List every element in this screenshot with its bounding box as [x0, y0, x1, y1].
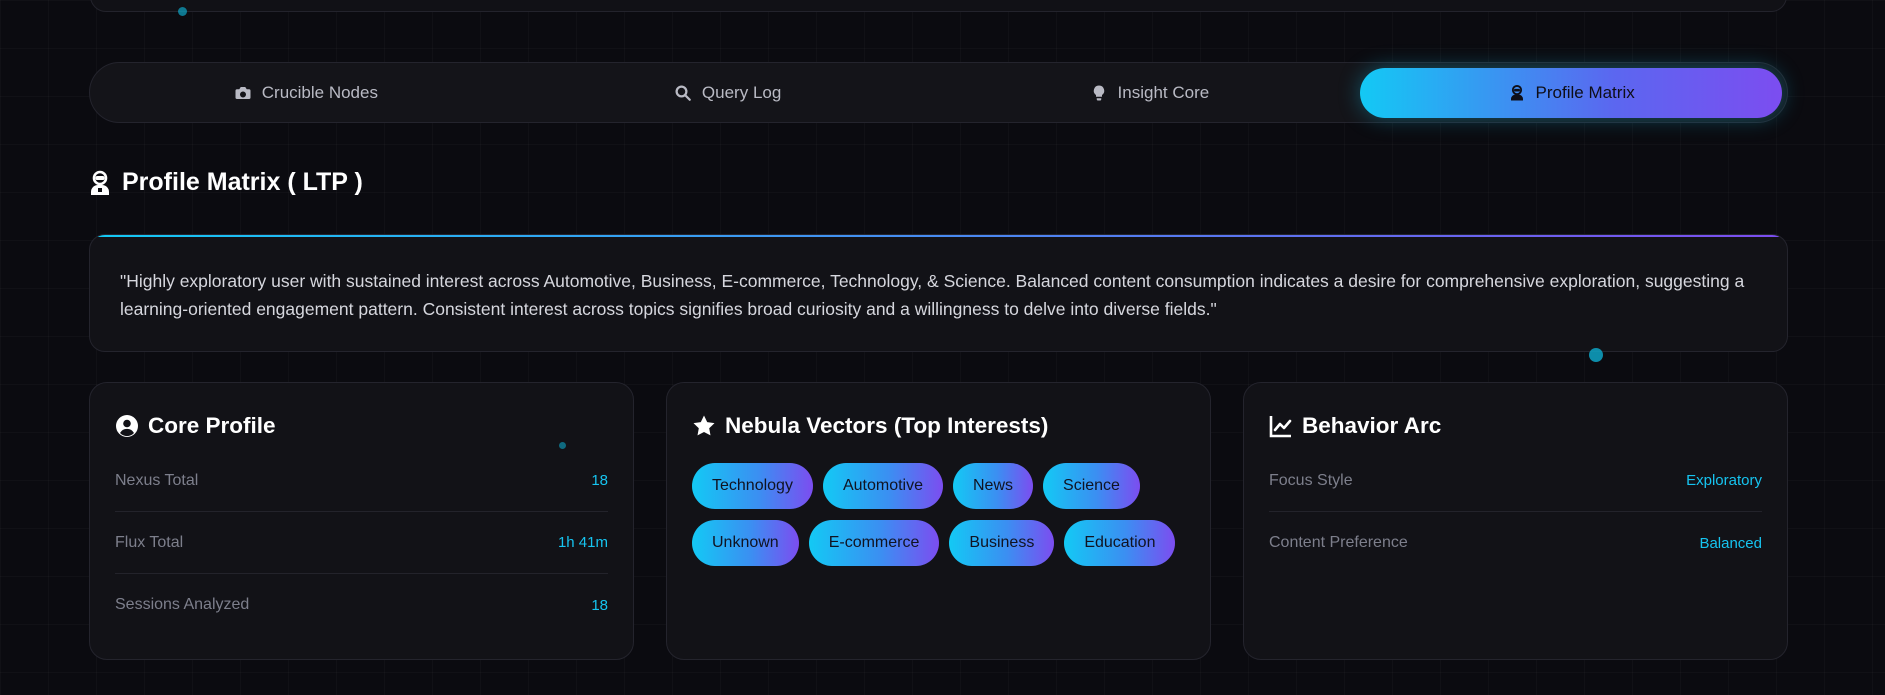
user-circle-icon	[116, 415, 138, 437]
decorative-dot	[559, 442, 566, 449]
stat-label: Nexus Total	[115, 471, 199, 489]
stat-row-sessions-analyzed: Sessions Analyzed 18	[115, 574, 608, 636]
camera-icon	[235, 86, 251, 99]
user-astronaut-icon	[1510, 84, 1523, 100]
stat-value: 1h 41m	[557, 534, 608, 551]
stat-value: Exploratory	[1686, 472, 1762, 489]
stat-row-nexus-total: Nexus Total 18	[115, 450, 608, 512]
lightbulb-icon	[1093, 85, 1104, 100]
tab-bar: Crucible Nodes Query Log Insight Core Pr…	[89, 62, 1788, 123]
stat-label: Focus Style	[1269, 471, 1353, 489]
behavior-arc-title: Behavior Arc	[1269, 413, 1441, 439]
star-icon	[693, 415, 715, 436]
core-profile-title: Core Profile	[115, 413, 276, 439]
user-astronaut-icon	[91, 170, 109, 195]
decorative-dot	[1589, 348, 1603, 362]
stat-label: Sessions Analyzed	[115, 596, 250, 613]
card-title-text: Nebula Vectors (Top Interests)	[725, 413, 1049, 438]
stat-row-flux-total: Flux Total 1h 41m	[115, 512, 608, 574]
search-icon	[675, 85, 691, 101]
line-chart-icon	[1269, 416, 1292, 438]
interest-tag-automotive[interactable]: Automotive	[822, 463, 943, 509]
card-title-text: Behavior Arc	[1302, 413, 1442, 438]
stat-label: Content Preference	[1269, 534, 1408, 551]
tab-crucible-nodes[interactable]: Crucible Nodes	[95, 68, 517, 118]
nebula-vectors-card: Nebula Vectors (Top Interests) Technolog…	[666, 382, 1211, 660]
stat-label: Flux Total	[115, 533, 184, 551]
profile-summary-card: "Highly exploratory user with sustained …	[89, 234, 1788, 352]
stat-value: 18	[591, 472, 608, 489]
interest-tag-news[interactable]: News	[953, 463, 1034, 509]
tab-label: Insight Core	[1117, 82, 1210, 102]
tab-label: Profile Matrix	[1535, 82, 1635, 102]
stat-value: Balanced	[1699, 534, 1762, 552]
behavior-arc-card: Behavior Arc Focus Style Exploratory Con…	[1243, 382, 1788, 660]
page-title-text: Profile Matrix ( LTP )	[122, 168, 363, 196]
tab-label: Query Log	[701, 82, 782, 102]
stat-row-focus-style: Focus Style Exploratory	[1269, 450, 1762, 512]
interest-tag-education[interactable]: Education	[1064, 520, 1176, 566]
top-panel	[90, 0, 1787, 12]
nebula-vectors-title: Nebula Vectors (Top Interests)	[692, 413, 1048, 439]
stat-value: 18	[591, 596, 608, 614]
tab-query-log[interactable]: Query Log	[517, 68, 939, 118]
tab-profile-matrix[interactable]: Profile Matrix	[1360, 67, 1782, 118]
core-profile-card: Core Profile Nexus Total 18 Flux Total 1…	[89, 382, 634, 660]
interest-tags: Technology Automotive News Science Unkno…	[692, 463, 1185, 566]
interest-tag-ecommerce[interactable]: E-commerce	[808, 520, 940, 566]
tab-label: Crucible Nodes	[261, 82, 378, 102]
tab-insight-core[interactable]: Insight Core	[939, 68, 1361, 118]
page-title: Profile Matrix ( LTP )	[88, 168, 363, 197]
interest-tag-unknown[interactable]: Unknown	[692, 520, 799, 566]
stat-row-content-preference: Content Preference Balanced	[1269, 512, 1762, 574]
interest-tag-business[interactable]: Business	[949, 520, 1055, 566]
profile-summary-text: "Highly exploratory user with sustained …	[120, 271, 1745, 319]
interest-tag-technology[interactable]: Technology	[692, 463, 813, 509]
interest-tag-science[interactable]: Science	[1043, 463, 1140, 509]
decorative-dot	[178, 7, 187, 16]
card-title-text: Core Profile	[148, 413, 276, 438]
